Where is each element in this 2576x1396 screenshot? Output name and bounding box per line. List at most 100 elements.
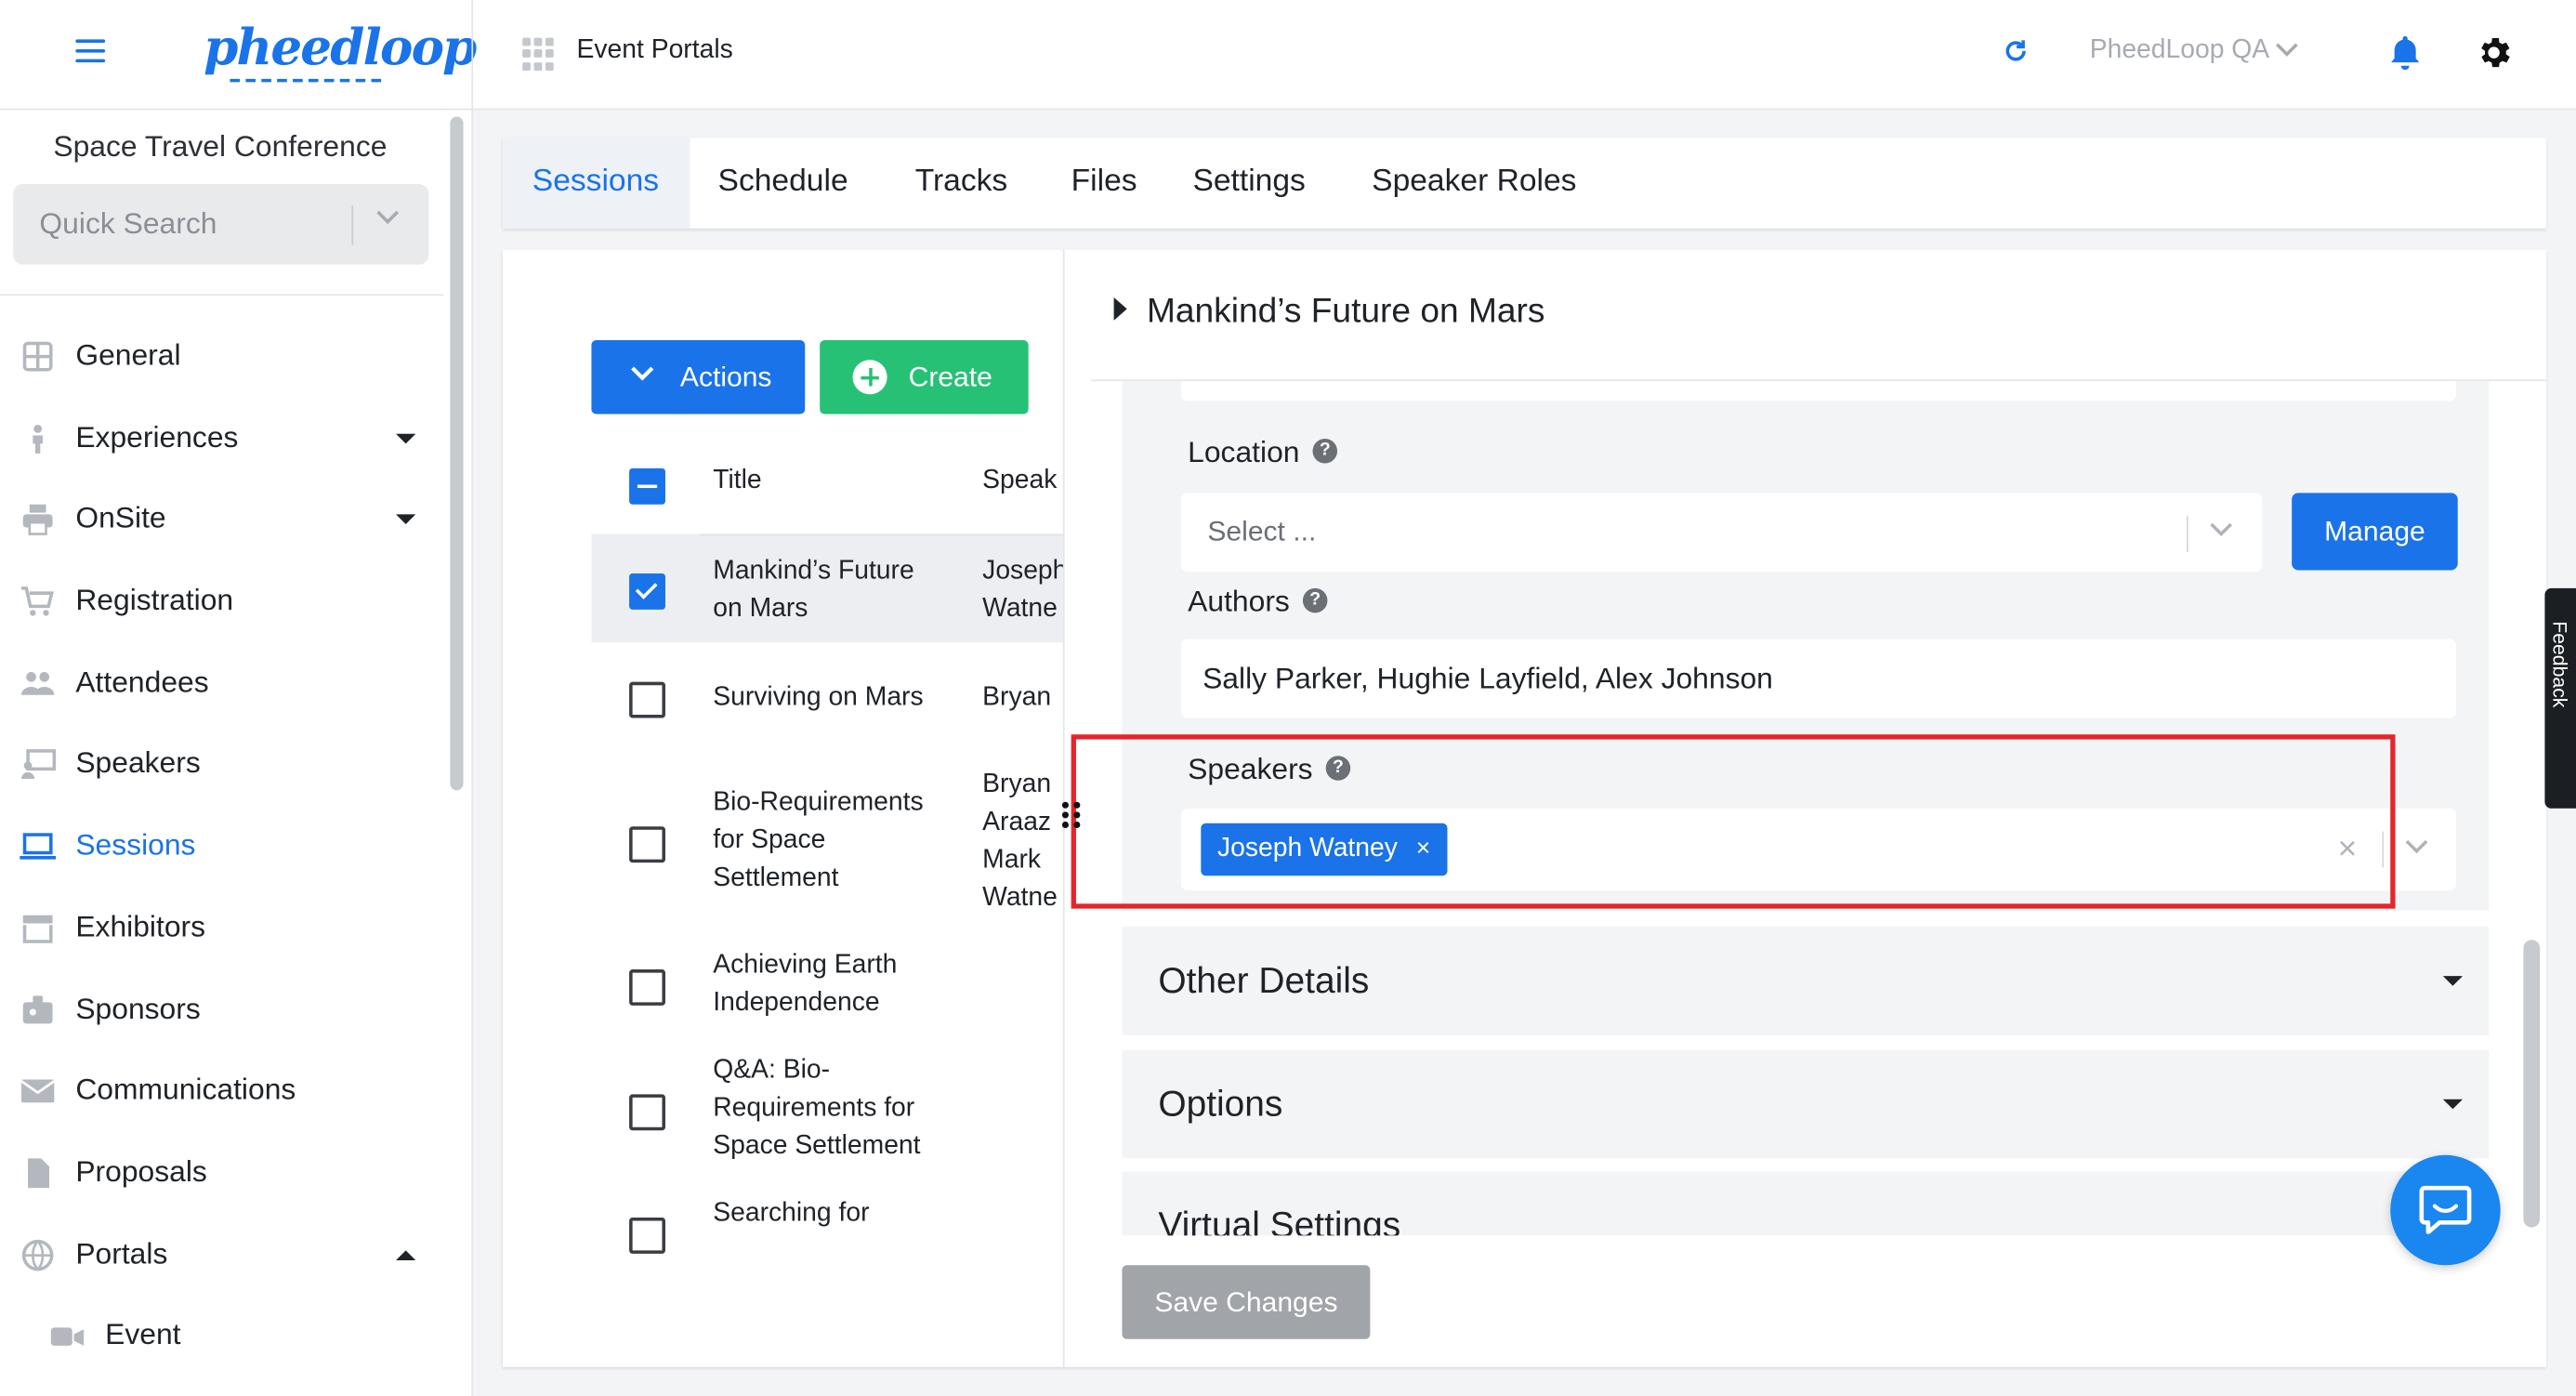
sidebar-item-portals[interactable]: Portals (0, 1222, 440, 1288)
presenter-icon (20, 749, 57, 779)
authors-value: Sally Parker, Hughie Layfield, Alex John… (1203, 662, 1773, 695)
sidebar-item-attendees[interactable]: Attendees (0, 651, 440, 717)
chevron-down-icon[interactable] (376, 210, 400, 225)
session-detail-header[interactable]: Mankind’s Future on Mars (1113, 292, 1545, 332)
bell-icon[interactable] (2385, 33, 2425, 72)
caret-down-icon (2442, 976, 2464, 986)
refresh-icon[interactable] (2003, 38, 2029, 64)
sidebar-item-sponsors[interactable]: Sponsors (0, 978, 440, 1044)
people-icon (20, 672, 55, 695)
sidebar-item-speakers[interactable]: Speakers (0, 731, 440, 797)
org-name: PheedLoop QA (2089, 35, 2270, 64)
sidebar-item-label: Attendees (75, 665, 209, 699)
chevron-down-icon[interactable] (2405, 839, 2428, 854)
help-icon[interactable]: ? (1312, 438, 1338, 464)
tab-files[interactable]: Files (1071, 165, 1137, 201)
sidebar-item-label: Portals (75, 1237, 168, 1271)
plus-icon (852, 360, 887, 395)
tab-speaker-roles[interactable]: Speaker Roles (1372, 165, 1576, 201)
sidebar-item-registration[interactable]: Registration (0, 569, 440, 635)
select-all-checkbox[interactable] (629, 468, 665, 505)
quick-search-input[interactable]: Quick Search (13, 184, 429, 265)
session-list: Actions Create Title Speak Mankind’s Fut… (503, 249, 1065, 1367)
chevron-down-icon (2276, 43, 2299, 58)
location-label: Location? (1188, 435, 1338, 469)
sidebar-item-label: Event (105, 1317, 181, 1351)
previous-field-input[interactable] (1181, 381, 2456, 402)
menu-icon[interactable] (75, 39, 106, 65)
sidebar-item-label: Speakers (75, 745, 201, 779)
create-label: Create (908, 361, 992, 393)
drag-handle-icon[interactable] (1059, 800, 1083, 830)
apps-grid-icon[interactable] (522, 37, 555, 71)
detail-scrollbar[interactable] (2523, 940, 2541, 1228)
row-checkbox[interactable] (629, 826, 665, 863)
sidebar-item-label: General (75, 338, 181, 372)
sidebar-item-proposals[interactable]: Proposals (0, 1140, 440, 1206)
table-row-title[interactable]: Mankind’s Future on Mars (713, 552, 959, 627)
sidebar-item-sessions[interactable]: Sessions (0, 813, 440, 879)
tab-tracks[interactable]: Tracks (915, 165, 1008, 201)
row-checkbox[interactable] (629, 681, 665, 718)
accordion-virtual-settings[interactable]: Virtual Settings (1122, 1171, 2490, 1236)
tab-bar: Sessions Schedule Tracks Files Settings … (502, 138, 2547, 229)
org-selector[interactable]: PheedLoop QA (2090, 36, 2299, 66)
chat-button[interactable] (2390, 1154, 2501, 1266)
table-row-title[interactable]: Surviving on Mars (713, 678, 959, 717)
table-row-title[interactable]: Bio-Requirements for Space Settlement (713, 784, 959, 897)
caret-down-icon (396, 514, 416, 524)
chevron-down-icon (631, 366, 654, 381)
top-bar: pheedloop Event Portals PheedLoop QA (0, 0, 2576, 111)
authors-input[interactable]: Sally Parker, Hughie Layfield, Alex John… (1181, 639, 2456, 718)
gear-icon[interactable] (2474, 33, 2513, 72)
sidebar-item-general[interactable]: General (0, 323, 440, 389)
row-divider (700, 533, 1063, 536)
session-title: Mankind’s Future on Mars (1146, 292, 1545, 331)
save-changes-button[interactable]: Save Changes (1122, 1265, 1371, 1339)
actions-button[interactable]: Actions (591, 339, 806, 415)
sidebar-item-label: Communications (75, 1073, 296, 1106)
logo-underline (230, 78, 382, 83)
table-row-title[interactable]: Q&A: Bio- Requirements for Space Settlemen… (713, 1051, 959, 1165)
document-icon (28, 1158, 50, 1189)
logo[interactable]: pheedloop (204, 20, 477, 77)
sidebar-item-communications[interactable]: Communications (0, 1059, 440, 1125)
column-header-title[interactable]: Title (713, 467, 761, 496)
person-icon (33, 424, 43, 454)
sidebar-item-event[interactable]: Event (0, 1303, 440, 1369)
accordion-other-details[interactable]: Other Details (1122, 927, 2490, 1035)
row-checkbox[interactable] (629, 1094, 665, 1131)
tab-schedule[interactable]: Schedule (718, 165, 848, 201)
feedback-tab[interactable]: Feedback (2544, 587, 2576, 809)
location-select[interactable]: Select ... (1181, 493, 2263, 573)
caret-down-icon (2442, 1099, 2464, 1110)
sidebar-item-label: OnSite (75, 501, 166, 534)
tab-sessions[interactable]: Sessions (532, 165, 659, 201)
manage-button[interactable]: Manage (2292, 493, 2458, 571)
sidebar-item-label: Sponsors (75, 992, 201, 1026)
table-row-title[interactable]: Searching for (713, 1194, 959, 1232)
store-icon (22, 915, 53, 943)
feedback-label: Feedback (2547, 621, 2571, 708)
row-checkbox[interactable] (629, 573, 665, 610)
sidebar-item-onsite[interactable]: OnSite (0, 486, 440, 552)
chevron-down-icon (2210, 522, 2233, 537)
sidebar-item-exhibitors[interactable]: Exhibitors (0, 895, 440, 961)
sidebar-item-label: Proposals (75, 1154, 207, 1189)
badge-icon (22, 995, 53, 1024)
row-checkbox[interactable] (629, 1217, 665, 1254)
scrollbar-thumb[interactable] (450, 116, 464, 791)
table-row-speakers: Bryan (982, 683, 1052, 712)
sidebar-scrollbar[interactable] (443, 110, 474, 1396)
table-row-speakers: Bryan Araaz Mark Watne (982, 770, 1058, 913)
column-header-speakers[interactable]: Speak (982, 467, 1057, 496)
quick-search-placeholder: Quick Search (39, 206, 217, 241)
row-checkbox[interactable] (629, 969, 665, 1006)
sidebar-item-experiences[interactable]: Experiences (0, 406, 440, 472)
help-icon[interactable]: ? (1302, 587, 1328, 612)
accordion-options[interactable]: Options (1122, 1049, 2490, 1159)
chat-icon (2419, 1185, 2472, 1234)
tab-settings[interactable]: Settings (1192, 165, 1305, 201)
create-button[interactable]: Create (820, 339, 1029, 415)
table-row-title[interactable]: Achieving Earth Independence (713, 946, 959, 1021)
